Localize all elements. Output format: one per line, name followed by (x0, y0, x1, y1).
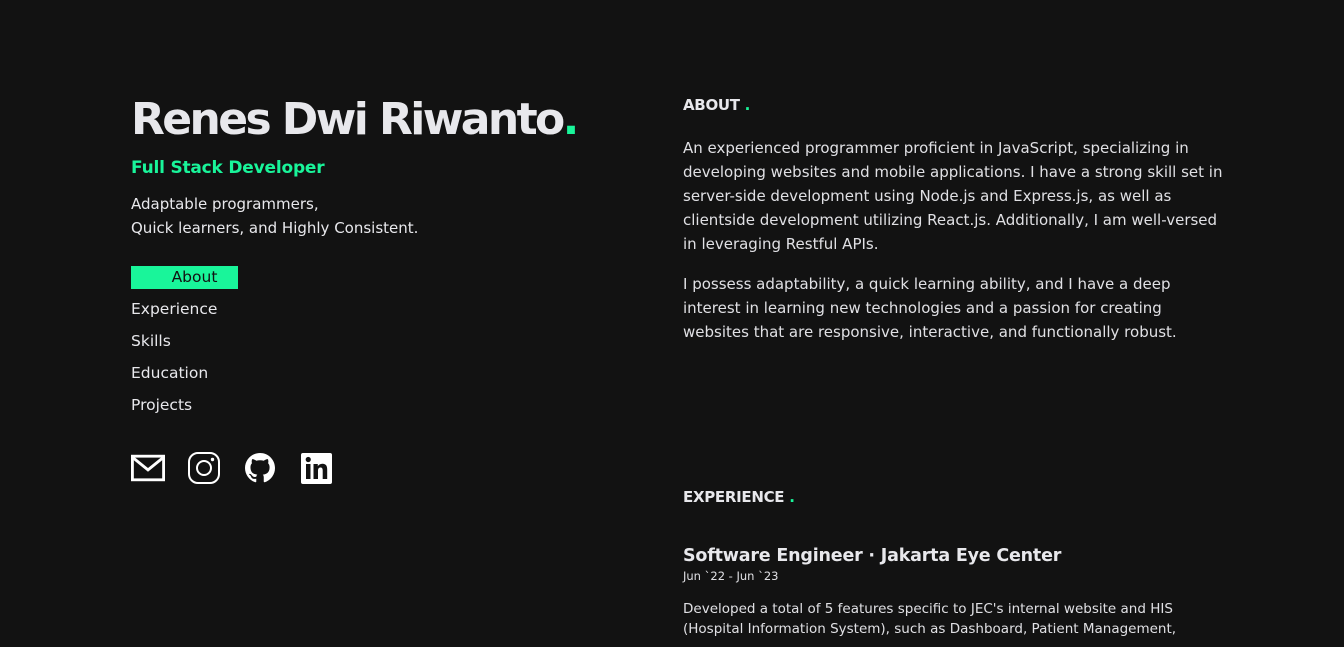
profile-name: Renes Dwi Riwanto. (131, 94, 591, 146)
section-nav: About Experience Skills Education Projec… (131, 265, 591, 425)
nav-item-experience-label: Experience (131, 300, 218, 318)
about-section: ABOUT . An experienced programmer profic… (683, 96, 1223, 344)
about-title: ABOUT . (683, 96, 1223, 118)
nav-item-skills-label: Skills (131, 332, 171, 350)
experience-title-wrap: EXPERIENCE . (683, 488, 795, 510)
nav-item-experience[interactable]: Experience (131, 297, 591, 329)
job-date: Jun `22 - Jun `23 (683, 569, 779, 583)
about-title-text: ABOUT (683, 96, 740, 114)
experience-title-text: EXPERIENCE (683, 488, 785, 506)
profile-tagline: Adaptable programmers, Quick learners, a… (131, 192, 591, 240)
experience-title-dot: . (789, 488, 795, 506)
profile-role: Full Stack Developer (131, 158, 325, 178)
nav-item-about-label: About (131, 266, 238, 289)
instagram-icon[interactable] (187, 451, 221, 485)
nav-item-projects-label: Projects (131, 396, 193, 414)
profile-panel: Renes Dwi Riwanto. Full Stack Developer … (131, 94, 591, 485)
nav-item-skills[interactable]: Skills (131, 329, 591, 361)
nav-item-education-label: Education (131, 364, 209, 382)
nav-item-about[interactable]: About (131, 265, 591, 297)
about-title-dot: . (744, 96, 751, 114)
experience-title: EXPERIENCE . (683, 488, 795, 510)
nav-item-projects[interactable]: Projects (131, 393, 591, 425)
about-paragraph-2: I possess adaptability, a quick learning… (683, 275, 1177, 341)
job-description: Developed a total of 5 features specific… (683, 601, 1177, 637)
github-icon[interactable] (243, 451, 277, 485)
profile-name-text: Renes Dwi Riwanto (131, 94, 565, 145)
profile-name-dot: . (562, 94, 580, 145)
social-links (131, 451, 591, 485)
nav-item-education[interactable]: Education (131, 361, 591, 393)
linkedin-icon[interactable] (299, 451, 333, 485)
content-panel: ABOUT . An experienced programmer profic… (683, 96, 1223, 637)
job-title: Software Engineer · Jakarta Eye Center (683, 546, 1062, 566)
experience-item: Software Engineer · Jakarta Eye Center J… (683, 546, 1223, 639)
mail-icon[interactable] (131, 451, 165, 485)
about-paragraph-1: An experienced programmer proficient in … (683, 139, 1223, 253)
tagline-line-2: Quick learners, and Highly Consistent. (131, 219, 419, 237)
portfolio-page: Renes Dwi Riwanto. Full Stack Developer … (0, 0, 1344, 647)
tagline-line-1: Adaptable programmers, (131, 195, 319, 213)
